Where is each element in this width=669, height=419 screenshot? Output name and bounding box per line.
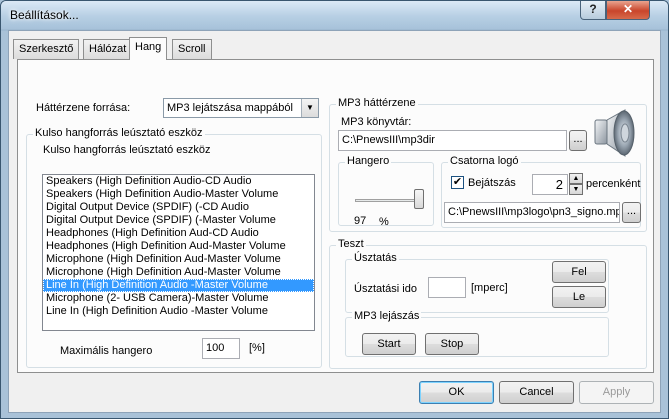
apply-button[interactable]: Apply <box>579 381 654 404</box>
spin-down-icon[interactable]: ▼ <box>569 184 583 195</box>
logo-path-input[interactable]: C:\PnewsIII\mp3logo\pn3_signo.mp <box>444 202 620 223</box>
list-item[interactable]: Microphone (High Definition Aud-Master V… <box>43 253 314 266</box>
background-source-select[interactable]: MP3 lejátszása mappából ▼ <box>163 98 319 118</box>
max-volume-input[interactable]: 100 <box>202 338 240 359</box>
title-bar: Beállítások... ? ✕ <box>1 1 668 29</box>
test-group-title: Teszt <box>336 238 366 250</box>
list-item[interactable]: Speakers (High Definition Audio-CD Audio <box>43 175 314 188</box>
window-title: Beállítások... <box>10 8 79 22</box>
tab-szerkeszto[interactable]: Szerkesztő <box>13 39 80 59</box>
list-item[interactable]: Digital Output Device (SPDIF) (-CD Audio <box>43 201 314 214</box>
list-item[interactable]: Speakers (High Definition Audio-Master V… <box>43 188 314 201</box>
fade-group-title: Úsztatás <box>352 252 399 264</box>
list-item[interactable]: Headphones (High Definition Aud-CD Audio <box>43 227 314 240</box>
tab-panel-hang: Háttérzene forrása: MP3 lejátszása mappá… <box>17 59 654 373</box>
fade-down-button[interactable]: Le <box>552 286 606 308</box>
play-logo-label: Bejátszás <box>468 177 516 189</box>
background-source-label: Háttérzene forrása: <box>36 102 131 114</box>
fade-time-input[interactable] <box>428 277 466 298</box>
volume-value: 97 <box>354 215 367 227</box>
chevron-down-icon[interactable]: ▼ <box>301 99 318 117</box>
minutes-label: percenként <box>586 178 641 190</box>
channel-logo-group-title: Csatorna logó <box>448 155 521 167</box>
mp3-folder-input[interactable]: C:\PnewsIII\mp3dir <box>338 130 567 151</box>
list-item[interactable]: Digital Output Device (SPDIF) (-Master V… <box>43 214 314 227</box>
list-item[interactable]: Headphones (High Definition Aud-Master V… <box>43 240 314 253</box>
volume-unit: % <box>379 216 389 228</box>
fade-time-label: Úsztatási ido <box>354 283 417 295</box>
tab-halozat[interactable]: Hálózat <box>83 39 133 59</box>
ok-button[interactable]: OK <box>419 381 494 404</box>
settings-dialog: Beállítások... ? ✕ Szerkesztő Hálózat Ha… <box>0 0 669 419</box>
close-icon: ✕ <box>622 2 634 16</box>
speaker-icon <box>591 108 639 158</box>
volume-slider-track[interactable] <box>355 199 422 202</box>
checkmark-icon: ✔ <box>452 176 463 188</box>
volume-group: Hangero 97 % <box>338 155 434 228</box>
mp3-playback-group-title: MP3 lejászás <box>352 310 422 322</box>
tab-scroll[interactable]: Scroll <box>172 39 212 59</box>
dialog-client: Szerkesztő Hálózat Hang Scroll Háttérzen… <box>8 30 661 413</box>
fade-up-button[interactable]: Fel <box>552 261 606 283</box>
spin-up-icon[interactable]: ▲ <box>569 173 583 184</box>
mp3-folder-browse-button[interactable]: ... <box>569 130 587 151</box>
tab-hang[interactable]: Hang <box>129 37 168 60</box>
list-item[interactable]: Line In (High Definition Audio -Master V… <box>43 305 314 318</box>
logo-minutes-input[interactable]: 2 <box>532 174 568 195</box>
list-item-selected[interactable]: Line In (High Definition Audio -Master V… <box>43 279 314 292</box>
start-button[interactable]: Start <box>362 333 416 355</box>
close-button[interactable]: ✕ <box>606 1 650 20</box>
max-volume-label: Maximális hangero <box>60 345 153 357</box>
device-listbox[interactable]: Speakers (High Definition Audio-CD Audio… <box>42 174 315 331</box>
volume-slider-thumb[interactable] <box>414 189 424 209</box>
play-logo-checkbox[interactable]: ✔ <box>451 176 464 189</box>
mp3-group-title: MP3 háttérzene <box>336 97 418 109</box>
logo-path-browse-button[interactable]: ... <box>622 202 641 223</box>
external-device-group-title: Kulso hangforrás leúsztató eszköz <box>33 127 205 139</box>
list-item[interactable]: Microphone (2- USB Camera)-Master Volume <box>43 292 314 305</box>
max-volume-unit: [%] <box>249 342 265 354</box>
mp3-folder-label: MP3 könyvtár: <box>341 116 412 128</box>
list-item[interactable]: Microphone (High Definition Aud-Master V… <box>43 266 314 279</box>
background-source-value: MP3 lejátszása mappából <box>167 102 293 114</box>
volume-group-title: Hangero <box>345 155 392 167</box>
help-button[interactable]: ? <box>580 1 606 20</box>
fade-time-unit: [mperc] <box>471 282 508 294</box>
external-device-label: Kulso hangforrás leúsztató eszköz <box>43 144 211 156</box>
stop-button[interactable]: Stop <box>425 333 479 355</box>
cancel-button[interactable]: Cancel <box>499 381 574 404</box>
